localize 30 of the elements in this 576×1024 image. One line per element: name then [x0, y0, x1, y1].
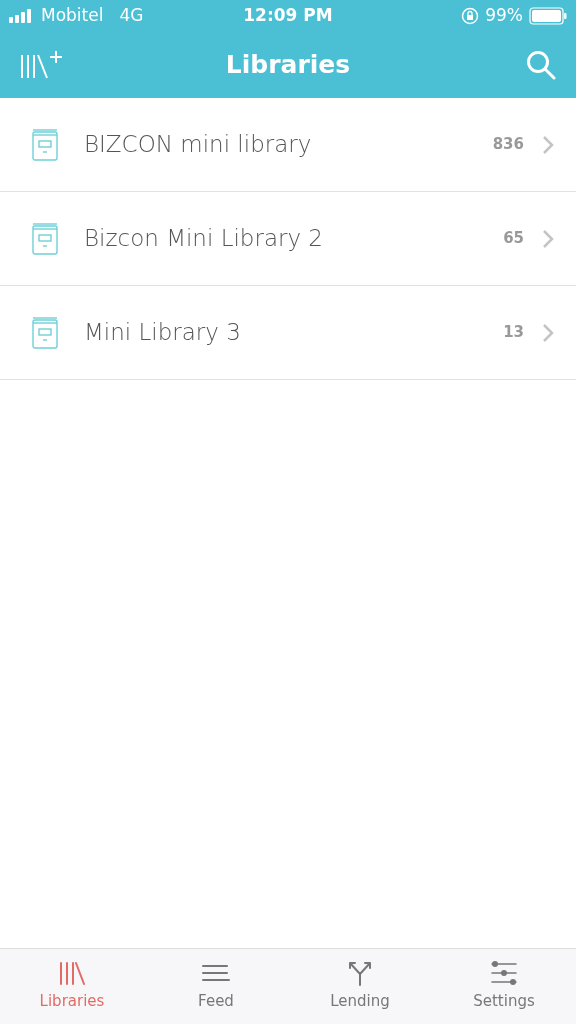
library-name: BIZCON mini library: [84, 130, 313, 160]
library-row[interactable]: BIZCON mini library 836: [0, 98, 576, 192]
book-icon: [32, 128, 58, 161]
header-title: Libraries: [225, 49, 351, 82]
book-icon: [32, 222, 58, 255]
sliders-icon: [489, 960, 519, 987]
battery-icon: [529, 7, 567, 25]
battery-percent: 99%: [485, 4, 523, 28]
library-name: Bizcon Mini Library 2: [84, 224, 324, 254]
clock-time: 12:09 PM: [242, 4, 334, 28]
library-row[interactable]: Mini Library 3 13: [0, 286, 576, 380]
tab-item[interactable]: Feed: [144, 949, 288, 1024]
book-icon: [32, 316, 58, 349]
book-count: 65: [503, 228, 524, 250]
tab-item[interactable]: Libraries: [0, 949, 144, 1024]
rotation-lock-icon: [461, 7, 480, 25]
book-count: 836: [492, 134, 524, 156]
network-type: 4G: [119, 4, 144, 28]
carrier-name: Mobitel: [41, 4, 104, 28]
library-row[interactable]: Bizcon Mini Library 2 65: [0, 192, 576, 286]
chevron-right-icon: [542, 228, 554, 249]
tab-item[interactable]: Settings: [432, 949, 576, 1024]
books-plus-icon: [20, 50, 64, 80]
library-name: Mini Library 3: [84, 318, 242, 348]
books-icon: [57, 960, 87, 987]
chevron-right-icon: [542, 322, 554, 343]
tab-item[interactable]: Lending: [288, 949, 432, 1024]
chevron-right-icon: [542, 134, 554, 155]
search-icon: [526, 50, 556, 80]
book-count: 13: [503, 322, 524, 344]
